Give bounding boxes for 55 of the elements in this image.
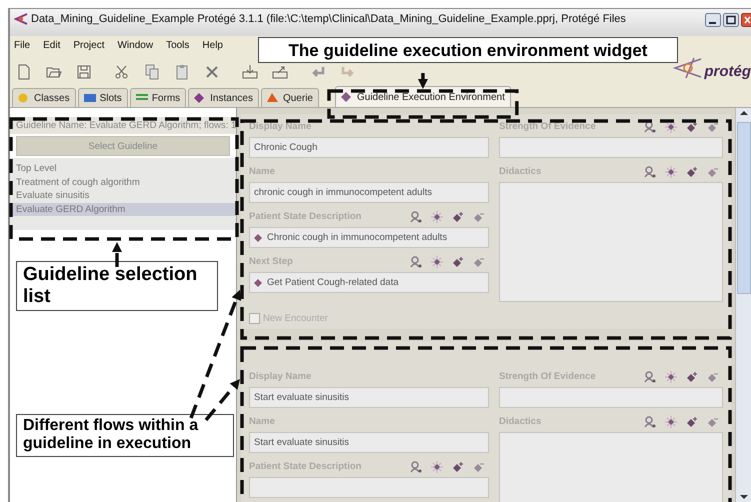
diamond-icon — [254, 278, 262, 286]
callout-label: The guideline execution environment widget — [258, 37, 678, 63]
menu-item[interactable]: Project — [73, 40, 104, 50]
diamond-icon — [254, 234, 262, 242]
scroll-up-icon[interactable] — [738, 108, 750, 118]
arrow — [112, 242, 122, 267]
tab[interactable]: Instances — [188, 88, 259, 107]
list-item[interactable]: Treatment of cough algorithm — [10, 176, 236, 189]
input-field[interactable]: Start evaluate sinusitis — [249, 387, 489, 408]
person-icon[interactable] — [644, 120, 656, 132]
tab[interactable]: Classes — [12, 88, 76, 107]
menu-item[interactable]: File — [14, 40, 30, 50]
scrollbar[interactable] — [735, 108, 751, 502]
tab[interactable]: Querie — [260, 88, 319, 107]
minimize-button[interactable] — [705, 13, 721, 27]
instance-field[interactable] — [249, 477, 489, 498]
list-item[interactable]: Evaluate sinusitis — [10, 189, 236, 202]
maximize-button[interactable] — [723, 13, 739, 27]
save-icon[interactable] — [76, 64, 92, 80]
scroll-down-icon[interactable] — [738, 492, 750, 502]
menu-item[interactable]: Window — [117, 40, 154, 50]
input-field[interactable] — [499, 387, 723, 408]
tab[interactable]: Forms — [130, 88, 186, 107]
window-title: Data_Mining_Guideline_Example Protégé 3.1.1 (file:\C:\temp\Clinical\Data_Mining_Guideline_Example.pprj, Protégé Files — [31, 13, 627, 25]
instance-field[interactable]: Get Patient Cough-related data — [249, 272, 489, 293]
menu-item[interactable]: Help — [202, 40, 223, 50]
import-icon[interactable] — [242, 64, 258, 80]
diamond-plus-icon[interactable] — [686, 120, 698, 132]
menu-item[interactable]: Tools — [166, 40, 190, 50]
input-field[interactable]: Chronic Cough — [249, 137, 489, 158]
tab[interactable]: Slots — [78, 88, 128, 107]
arrow — [418, 73, 428, 89]
scissors-icon[interactable] — [114, 64, 130, 80]
app-icon — [14, 13, 28, 25]
callout-label: Different flows within a guideline in execution — [16, 414, 234, 457]
input-field[interactable]: chronic cough in immunocompetent adults — [249, 182, 489, 203]
callout-label: Guideline selection list — [16, 261, 218, 311]
paste-icon[interactable] — [174, 64, 190, 80]
list-item[interactable]: Top Level — [10, 162, 236, 176]
input-field[interactable]: Start evaluate sinusitis — [249, 432, 489, 453]
scroll-thumb[interactable] — [736, 122, 750, 294]
sparkle-icon[interactable] — [665, 120, 677, 132]
menu-item[interactable]: Edit — [43, 40, 60, 50]
input-field[interactable] — [499, 137, 723, 158]
diamond-minus-icon[interactable] — [707, 120, 719, 132]
new-file-icon[interactable] — [16, 64, 32, 80]
delete-icon[interactable] — [204, 64, 220, 80]
export-icon[interactable] — [272, 64, 288, 80]
instance-field[interactable]: Chronic cough in immunocompetent adults — [249, 227, 489, 248]
logo-icon — [672, 56, 702, 80]
checkbox[interactable] — [249, 312, 260, 324]
tab[interactable]: Guideline Execution Environment — [334, 86, 511, 107]
copy-icon[interactable] — [144, 64, 160, 80]
logo-text: protég — [704, 63, 751, 80]
close-button[interactable] — [741, 13, 751, 27]
